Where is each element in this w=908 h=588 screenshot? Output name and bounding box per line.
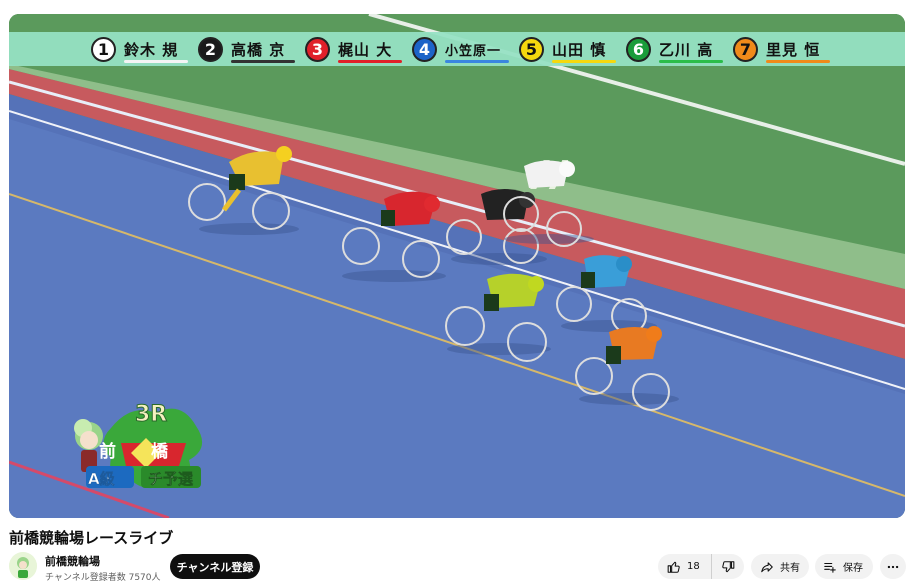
video-player[interactable]: H (9, 14, 905, 518)
race-grade: A級 (88, 470, 115, 489)
channel-name[interactable]: 前橋競輪場 (45, 553, 100, 569)
rider-name: 里見 恒 (766, 40, 821, 59)
rider-color-bar (231, 60, 295, 63)
rider-number-badge: 5 (519, 36, 544, 62)
rider-number-badge: 4 (412, 36, 437, 62)
more-horizontal-icon (887, 565, 899, 568)
rider-number-badge: 2 (198, 36, 223, 62)
thumbs-down-icon (722, 560, 735, 572)
more-actions-button[interactable] (880, 554, 906, 579)
rider-3: 3 梶山 大 (305, 32, 412, 66)
rider-color-bar (124, 60, 188, 63)
like-dislike-group: 18 (658, 554, 744, 579)
rider-color-bar (659, 60, 723, 63)
like-count: 18 (687, 561, 700, 572)
subscribe-button[interactable]: チャンネル登録 (170, 554, 260, 579)
channel-avatar-image (9, 552, 37, 580)
race-logo-overlay: 3R 前 橋 A級 チ予選 (61, 398, 211, 492)
thumbs-up-icon (667, 561, 680, 573)
rider-name: 山田 慎 (552, 40, 607, 59)
rider-color-bar (766, 60, 830, 63)
save-label: 保存 (843, 563, 863, 574)
race-type: チ予選 (148, 470, 194, 489)
rider-number-badge: 6 (626, 36, 651, 62)
share-arrow-icon (761, 561, 773, 572)
rider-number-badge: 1 (91, 36, 116, 62)
rider-name: 梶山 大 (338, 40, 393, 59)
rider-color-bar (552, 60, 616, 63)
share-label: 共有 (780, 563, 800, 574)
video-title: 前橋競輪場レースライブ (9, 529, 174, 547)
rider-color-bar (445, 60, 509, 63)
rider-name: 高橋 京 (231, 40, 286, 59)
venue-char-left: 前 (99, 442, 116, 462)
rider-banner: 1 鈴木 規 2 高橋 京 3 梶山 大 4 小笠原一 5 山田 慎 6 乙川 … (9, 32, 905, 66)
rider-number-badge: 7 (733, 36, 758, 62)
rider-6: 6 乙川 高 (626, 32, 733, 66)
save-playlist-icon (824, 562, 836, 573)
rider-color-bar (338, 60, 402, 63)
rider-number-badge: 3 (305, 36, 330, 62)
subscriber-count: チャンネル登録者数 7570人 (45, 573, 161, 583)
channel-avatar[interactable] (9, 552, 37, 580)
rider-5: 5 山田 慎 (519, 32, 626, 66)
race-number: 3R (134, 402, 168, 428)
rider-name: 乙川 高 (659, 40, 714, 59)
share-button[interactable]: 共有 (751, 554, 809, 579)
venue-char-right: 橋 (151, 442, 168, 462)
rider-7: 7 里見 恒 (733, 32, 840, 66)
dislike-button[interactable] (712, 554, 744, 579)
rider-1: 1 鈴木 規 (91, 32, 198, 66)
rider-2: 2 高橋 京 (198, 32, 305, 66)
rider-name: 鈴木 規 (124, 40, 179, 59)
save-button[interactable]: 保存 (815, 554, 873, 579)
rider-name: 小笠原一 (445, 43, 502, 59)
rider-4: 4 小笠原一 (412, 32, 519, 66)
like-button[interactable]: 18 (658, 554, 712, 579)
